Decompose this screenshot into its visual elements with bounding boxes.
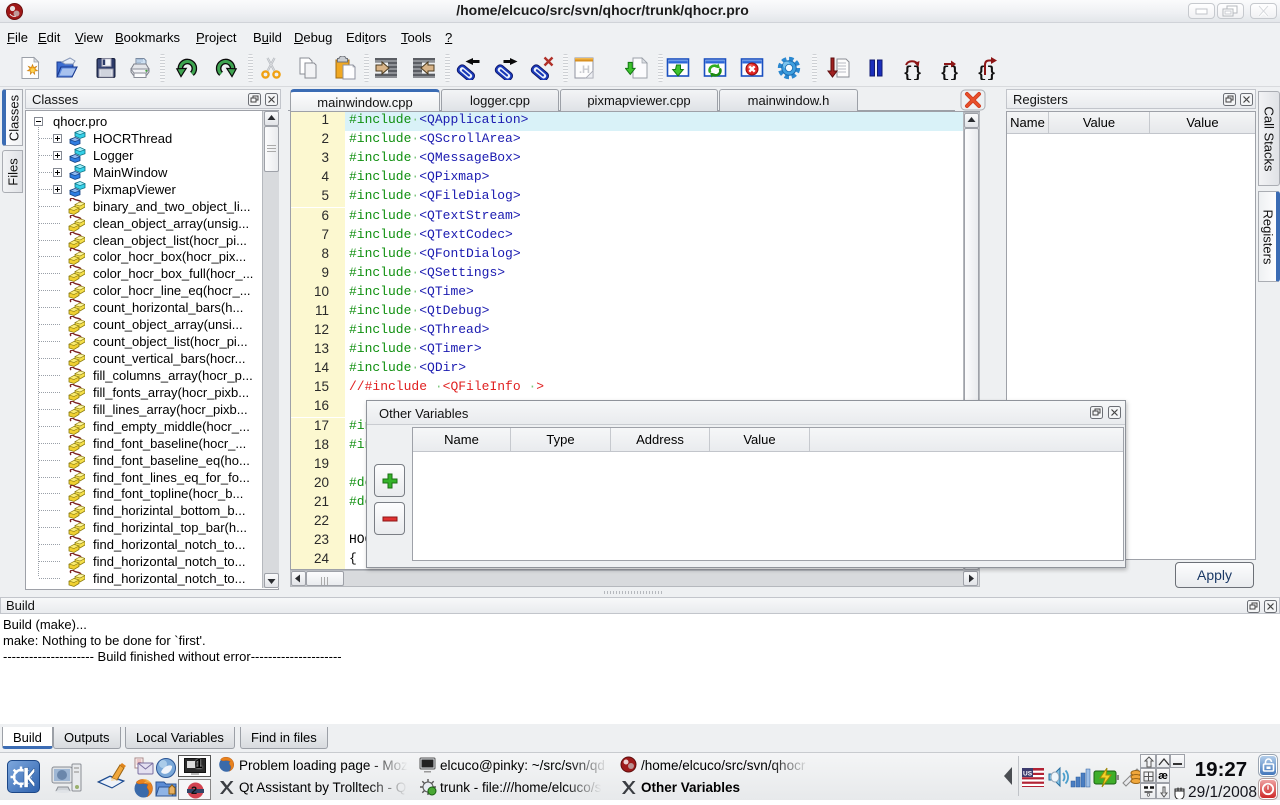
svg-text:{}: {}	[940, 64, 959, 80]
svg-text:{}: {}	[903, 64, 922, 80]
svg-text:.H: .H	[579, 64, 590, 76]
svg-text:2: 2	[191, 785, 197, 797]
svg-text:{}: {}	[977, 64, 996, 80]
svg-text:US: US	[1023, 771, 1033, 778]
svg-text:o: o	[1147, 793, 1151, 798]
